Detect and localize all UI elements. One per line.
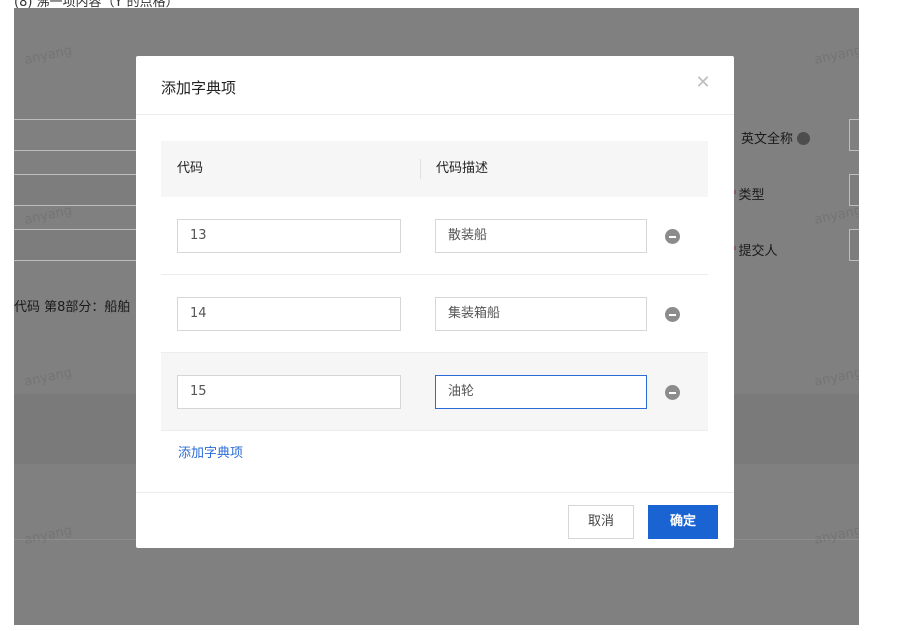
table-row: 13 散装船 [161,197,708,275]
bg-input-3 [14,229,140,261]
watermark: anyang [812,203,859,228]
column-header-description: 代码描述 [436,161,489,176]
bg-label-english-name: 英文全称 [741,128,811,147]
close-icon[interactable] [692,72,714,94]
bg-input-type [849,174,859,206]
watermark: anyang [22,365,74,390]
table-header: 代码 代码描述 [161,141,708,197]
bg-code-text: 代码 第8部分：船舶 [14,300,131,315]
bg-type-text: 类型 [738,188,765,203]
code-input[interactable]: 15 [177,375,401,409]
remove-row-icon[interactable] [665,307,680,322]
watermark: anyang [22,203,74,228]
bg-input-1 [14,119,140,151]
column-header-code: 代码 [177,161,204,176]
remove-row-icon[interactable] [665,385,680,400]
bg-input-english-name [849,119,859,151]
bg-label-type: *类型 [730,184,765,203]
dialog-footer: 取消 确定 [136,492,734,548]
description-input[interactable]: 油轮 [435,375,647,409]
code-input[interactable]: 14 [177,297,401,331]
add-dictionary-item-link[interactable]: 添加字典项 [178,442,243,461]
table-row: 14 集装箱船 [161,275,708,353]
remove-row-icon[interactable] [665,229,680,244]
bg-english-name-text: 英文全称 [741,132,794,147]
confirm-button[interactable]: 确定 [648,505,718,539]
watermark: anyang [812,523,859,548]
dialog-header: 添加字典项 [136,56,734,115]
description-input[interactable]: 散装船 [435,219,647,253]
add-dictionary-item-dialog: 添加字典项 代码 代码描述 13 散装船 14 集装箱船 15 油轮 添加字典项… [136,56,734,548]
bg-submitter-text: 提交人 [738,244,778,259]
watermark: anyang [22,523,74,548]
code-input[interactable]: 13 [177,219,401,253]
bg-input-submitter [849,229,859,261]
bg-input-2 [14,174,140,206]
watermark: anyang [812,43,859,68]
table-row: 15 油轮 [161,353,708,431]
cancel-button[interactable]: 取消 [568,505,634,539]
description-input[interactable]: 集装箱船 [435,297,647,331]
column-separator [420,159,421,179]
bg-label-submitter: *提交人 [730,240,778,259]
watermark: anyang [22,43,74,68]
watermark: anyang [812,365,859,390]
dialog-title: 添加字典项 [161,79,237,97]
info-icon [797,132,811,145]
